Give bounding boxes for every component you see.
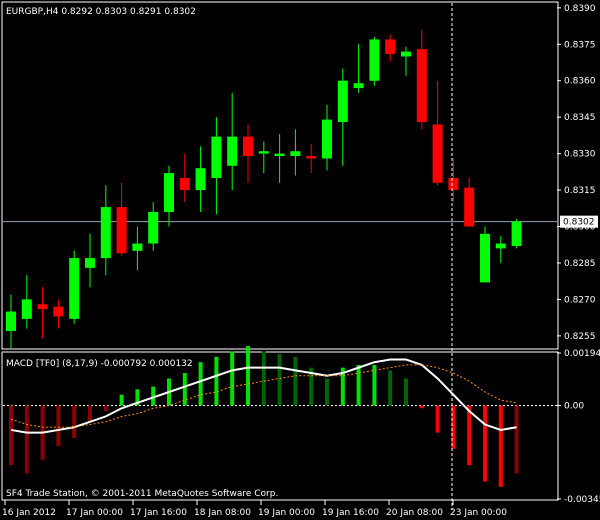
macd-tick-label: 0.00 (564, 402, 584, 412)
time-tick-label: 17 Jan 16:00 (130, 508, 187, 518)
bull-candle-body (511, 221, 522, 246)
bull-candle-body (132, 243, 143, 251)
bull-candle-body (322, 119, 332, 159)
price-tick-label: 0.8330 (564, 150, 596, 160)
price-tick-label: 0.8270 (564, 295, 596, 305)
macd-histogram-bar (9, 405, 13, 466)
macd-histogram-bar (246, 345, 250, 406)
bull-candle-body (369, 39, 380, 81)
current-price-label: 0.8302 (563, 218, 595, 228)
candlesticks (6, 29, 522, 348)
macd-histogram-bar (467, 405, 472, 466)
macd-histogram-bar (404, 378, 408, 406)
macd-histogram-bar (451, 405, 456, 449)
macd-histogram-bar (72, 405, 77, 439)
bull-candle-body (353, 83, 364, 89)
time-tick-label: 23 Jan 00:00 (450, 508, 507, 518)
bull-candle-body (85, 258, 95, 268)
price-tick-label: 0.8285 (564, 259, 596, 269)
bear-candle-body (243, 136, 253, 157)
price-panel-header: EURGBP,H4 0.8292 0.8303 0.8291 0.8302 (6, 7, 196, 17)
price-tick-label: 0.8315 (564, 186, 596, 196)
bear-candle-body (116, 207, 127, 254)
macd-histogram-bar (88, 405, 92, 422)
bull-candle-body (100, 207, 111, 259)
bear-candle-body (416, 49, 427, 123)
macd-histogram-bar (372, 364, 377, 406)
bear-candle-body (37, 304, 48, 310)
bull-candle-body (337, 80, 348, 123)
macd-histogram-bar (56, 405, 61, 447)
macd-histogram-bar (388, 370, 393, 406)
macd-axis: 0.00194 0.00 -0.00345 (3, 349, 600, 505)
macd-histogram-bar (498, 405, 503, 487)
bull-candle-body (274, 153, 285, 157)
bear-candle-body (385, 39, 396, 55)
time-axis: 16 Jan 2012 17 Jan 00:00 17 Jan 16:00 18 Ja… (2, 500, 507, 518)
macd-histogram-bar (119, 394, 124, 406)
bear-candle-body (53, 306, 64, 317)
bull-candle-body (164, 173, 174, 212)
price-tick-label: 0.8390 (564, 4, 596, 14)
bull-candle-body (148, 211, 159, 244)
time-tick-label: 20 Jan 08:00 (386, 508, 443, 518)
macd-tick-label: 0.00194 (564, 349, 600, 359)
macd-histogram-bar (435, 405, 440, 433)
macd-histogram-bar (24, 405, 29, 474)
time-tick-label: 18 Jan 08:00 (194, 508, 251, 518)
bull-candle-body (195, 168, 206, 191)
macd-histogram-bar (230, 351, 235, 406)
macd-histogram-bar (198, 362, 203, 406)
price-tick-label: 0.8375 (564, 40, 596, 50)
bull-candle-body (401, 51, 411, 57)
trading-chart[interactable]: EURGBP,H4 0.8292 0.8303 0.8291 0.8302 MA… (0, 0, 600, 520)
bull-candle-body (227, 136, 238, 166)
price-axis: 0.8390 0.8375 0.8360 0.8345 0.8330 0.8315 0.83… (3, 4, 598, 342)
bear-candle-body (448, 177, 459, 191)
macd-histogram-bar (103, 405, 108, 411)
bull-candle-body (6, 311, 16, 331)
macd-histogram-bar (214, 356, 219, 406)
macd-histogram-bar (514, 405, 519, 474)
macd-histogram-bar (419, 405, 424, 409)
price-tick-label: 0.8360 (564, 77, 596, 87)
bear-candle-body (432, 124, 443, 183)
time-tick-label: 17 Jan 00:00 (66, 508, 123, 518)
bull-candle-body (69, 258, 80, 319)
bull-candle-body (495, 243, 506, 249)
macd-histogram-bar (483, 405, 487, 482)
bull-candle-body (258, 151, 269, 154)
bear-candle-body (179, 177, 190, 191)
bull-candle-body (290, 151, 301, 157)
bear-candle-body (306, 156, 317, 159)
price-tick-label: 0.8345 (564, 113, 596, 123)
time-tick-label: 16 Jan 2012 (2, 508, 56, 518)
time-tick-label: 19 Jan 16:00 (322, 508, 379, 518)
macd-histogram-bar (277, 354, 282, 406)
macd-histogram-bar (261, 351, 266, 406)
bull-candle-body (211, 136, 222, 178)
copyright-footer: SF4 Trade Station, © 2001-2011 MetaQuote… (6, 489, 278, 499)
price-tick-label: 0.8255 (564, 332, 596, 342)
macd-histogram-bar (356, 364, 361, 406)
macd-panel-header: MACD [TF0] (8,17,9) -0.000792 0.000132 (6, 359, 193, 369)
macd-histogram-bar (325, 378, 329, 406)
macd-tick-label: -0.00345 (564, 495, 600, 505)
time-tick-label: 19 Jan 00:00 (258, 508, 315, 518)
bear-candle-body (464, 187, 475, 227)
bull-candle-body (480, 233, 490, 283)
macd-histogram-bar (293, 356, 298, 406)
bull-candle-body (21, 299, 32, 319)
